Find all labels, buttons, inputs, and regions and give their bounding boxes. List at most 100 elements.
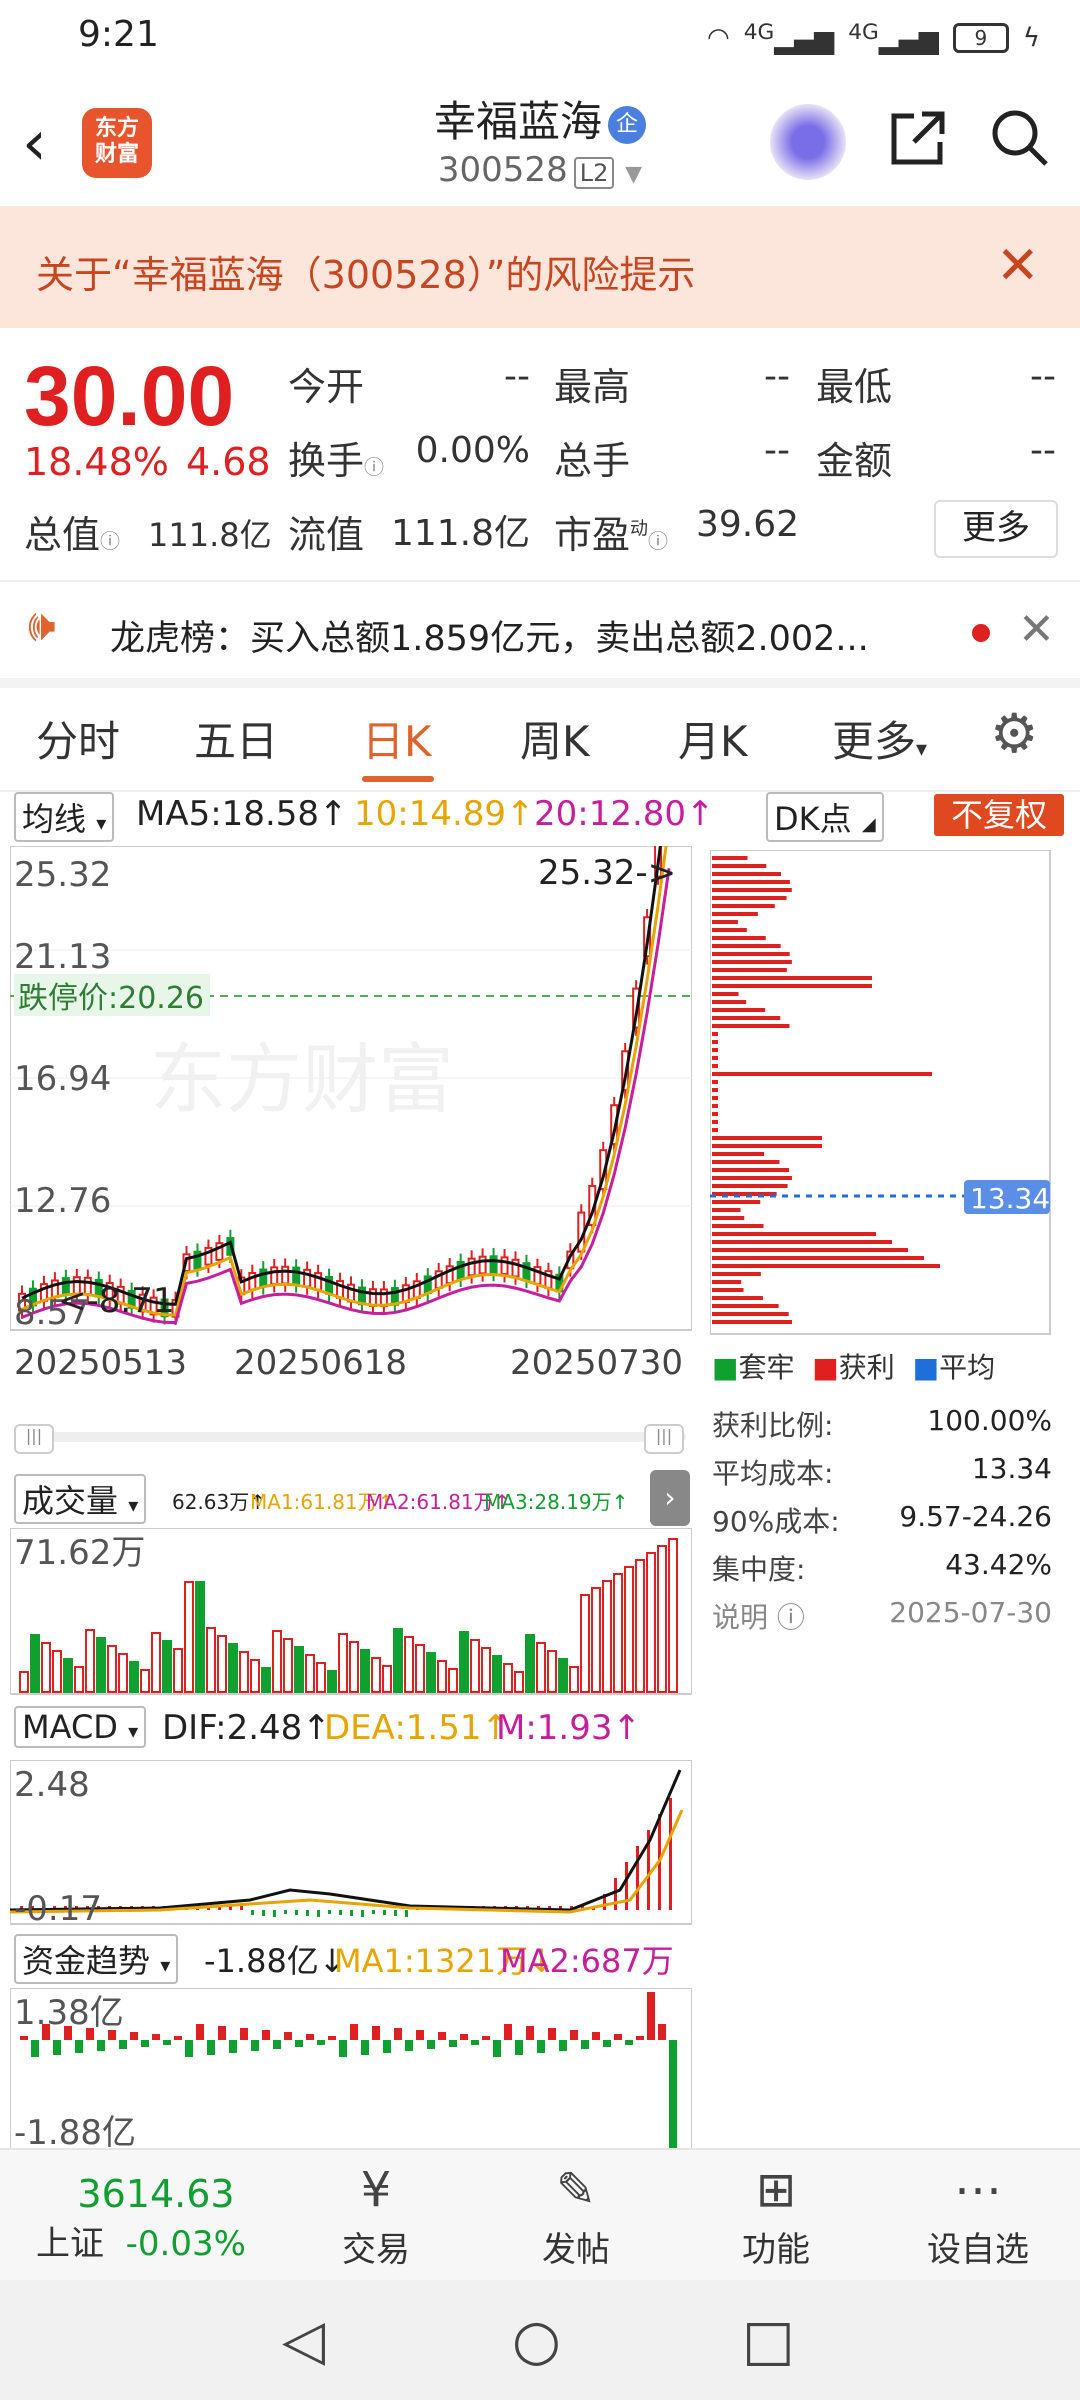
adjust-type-button[interactable]: 不复权 (934, 794, 1064, 836)
fund-bar (196, 2024, 204, 2040)
volume-bar (657, 1545, 667, 1693)
dragon-tiger-bar[interactable]: 🕪 龙虎榜：买入总额1.859亿元，卖出总额2.002... ✕ (0, 580, 1080, 688)
chip-bar (712, 1096, 718, 1100)
fund-bar (31, 2040, 39, 2057)
volume-chart: 71.62万 (10, 1528, 692, 1695)
chip-date: 2025-07-30 (889, 1596, 1052, 1629)
search-icon[interactable] (988, 106, 1050, 182)
chip-bar (712, 1272, 761, 1276)
gear-icon[interactable]: ⚙ (990, 702, 1038, 765)
home-circle-icon[interactable]: ○ (512, 2308, 561, 2373)
macd-bar (405, 1910, 408, 1917)
limit-down-label: 跌停价:20.26 (18, 981, 204, 1016)
volume-bar (558, 1658, 568, 1693)
volume-bar (52, 1650, 62, 1693)
info-icon: ⓘ (364, 455, 385, 479)
scroll-handle-right[interactable]: ||| (644, 1424, 684, 1454)
chevron-down-icon: ▼ (625, 162, 643, 187)
chip-bar (712, 880, 790, 884)
index-ticker[interactable]: 3614.63 上证 -0.03% (36, 2172, 276, 2265)
fund-bar (515, 2040, 523, 2055)
charging-icon: ϟ (1022, 22, 1040, 53)
amount-value: -- (1030, 430, 1056, 471)
share-icon[interactable] (886, 108, 948, 185)
chip-bar (712, 1280, 742, 1284)
fund-bar (383, 2040, 391, 2053)
volume-bar (140, 1669, 150, 1693)
tab-monthly-k[interactable]: 月K (678, 708, 748, 769)
chip-bar (712, 1144, 822, 1148)
tab-daily-k[interactable]: 日K (362, 708, 432, 769)
pe-value: 39.62 (696, 504, 800, 545)
assistant-robot-icon[interactable] (770, 104, 846, 180)
fund-bar (262, 2030, 270, 2040)
chip-bar (712, 984, 872, 988)
nav-trade[interactable]: ¥ 交易 (276, 2150, 476, 2282)
chip-bar (712, 896, 787, 900)
active-tab-indicator (362, 776, 434, 782)
scroll-handle-left[interactable]: ||| (14, 1424, 54, 1454)
ma-legend: 均线 ▾ MA5:18.58↑ 10:14.89↑ 20:12.80↑ DK点 … (0, 792, 1080, 842)
chip-bar (712, 1032, 718, 1036)
max-price-label: 25.32-> (538, 853, 676, 893)
grid-icon: ⊞ (755, 2162, 797, 2218)
nav-post[interactable]: ✎ 发帖 (476, 2150, 676, 2282)
volume-bar (371, 1657, 381, 1693)
more-dots-icon: ⋯ (954, 2162, 1002, 2218)
candle-body (292, 1266, 301, 1286)
fund-bar (185, 2040, 193, 2057)
chip-bar (712, 1000, 747, 1004)
fund-bar (163, 2040, 171, 2045)
volume-bar (228, 1643, 238, 1693)
nav-functions[interactable]: ⊞ 功能 (676, 2150, 876, 2282)
dk-point-select[interactable]: DK点 ◢ (766, 792, 884, 842)
volume-bar (415, 1644, 425, 1693)
volume-select[interactable]: 成交量 ▾ (14, 1474, 147, 1524)
chip-bar (712, 1200, 761, 1204)
chip-bar (712, 1216, 745, 1220)
status-icons: ◠ 4G▂▄▆ 4G▂▄▆ 9 ϟ (707, 20, 1040, 56)
volume-bar (481, 1647, 491, 1693)
fund-bar (471, 2040, 479, 2045)
volume-bar (85, 1629, 95, 1693)
fund-bar (460, 2034, 468, 2040)
volume-bar (591, 1587, 601, 1693)
chip-bar (712, 928, 747, 932)
chip-bar (712, 976, 872, 980)
macd-bar (372, 1910, 375, 1914)
tab-weekly-k[interactable]: 周K (520, 708, 590, 769)
indicator-select[interactable]: 均线 ▾ (14, 792, 115, 842)
chart-scrollbar[interactable] (14, 1432, 686, 1442)
expand-arrow-icon[interactable]: › (650, 1470, 690, 1526)
fund-trend-legend: 资金趋势 ▾ -1.88亿↓ MA1:1321万↓ MA2:687万↓ (10, 1934, 692, 2020)
close-icon[interactable]: ✕ (1018, 604, 1055, 655)
volume-bar (74, 1666, 84, 1693)
tab-more[interactable]: 更多▾ (832, 708, 927, 769)
volume-bar (437, 1660, 447, 1693)
chip-note[interactable]: 说明 ⓘ (712, 1596, 805, 1648)
fund-bar (636, 2036, 644, 2040)
tab-intraday[interactable]: 分时 (36, 708, 120, 769)
macd-bar (394, 1910, 397, 1916)
y-tick: 16.94 (14, 1059, 111, 1099)
volume-bar (338, 1633, 348, 1693)
nav-add-watchlist[interactable]: ⋯ 设自选 (878, 2150, 1078, 2282)
risk-banner[interactable]: 关于“幸福蓝海（300528）”的风险提示 ✕ (0, 206, 1080, 328)
battery-icon: 9 (952, 22, 1009, 53)
fund-trend-select[interactable]: 资金趋势 ▾ (14, 1934, 179, 1984)
volume-bar (536, 1642, 546, 1693)
back-triangle-icon[interactable]: ◁ (282, 2308, 325, 2373)
recents-square-icon[interactable]: □ (742, 2308, 795, 2373)
tab-5day[interactable]: 五日 (194, 708, 278, 769)
macd-bar (361, 1910, 364, 1917)
macd-bar (614, 1878, 617, 1910)
macd-select[interactable]: MACD ▾ (14, 1706, 147, 1748)
system-nav-bar: ◁ ○ □ (0, 2280, 1080, 2400)
ma5-value: MA5:18.58↑ (136, 794, 348, 834)
kline-chart[interactable]: 东方财富 25.32 21.13 16.94 12.76 8.57 跌停价:20… (10, 846, 692, 1386)
close-icon[interactable]: ✕ (996, 236, 1040, 296)
open-label: 今开 (288, 365, 365, 409)
volume-bar (151, 1632, 161, 1693)
volume-bar (272, 1630, 282, 1693)
more-quote-button[interactable]: 更多 (934, 500, 1058, 558)
